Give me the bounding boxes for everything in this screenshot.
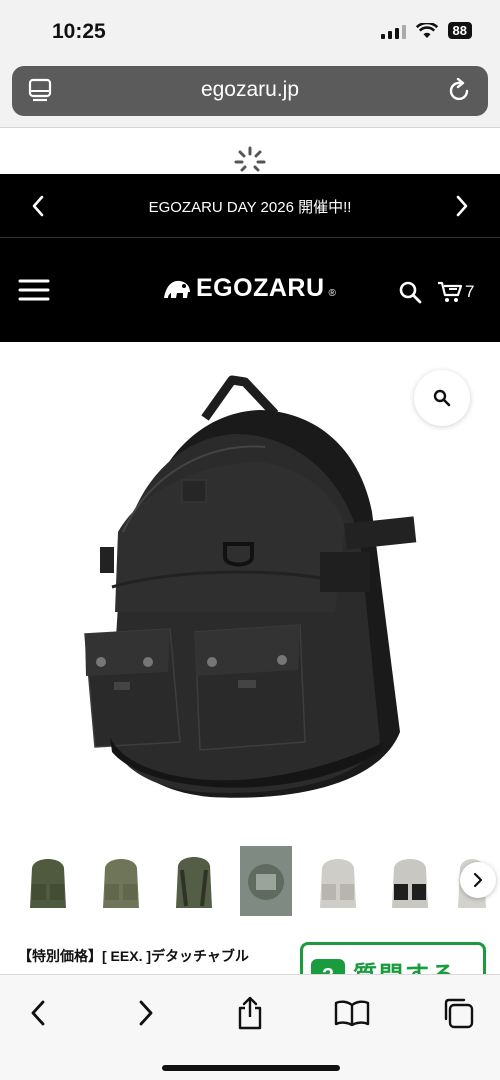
status-time: 10:25 — [52, 20, 106, 43]
browser-chrome: egozaru.jp — [0, 66, 500, 128]
monkey-logo-icon — [164, 280, 190, 298]
logo-text: EGOZARU — [196, 274, 325, 302]
product-title: 【特別価格】[ EEX. ]デタッチャブル — [18, 948, 249, 964]
announcement-bar: EGOZARU DAY 2026 開催中!! — [0, 174, 500, 238]
share-icon — [238, 996, 262, 1030]
cart-count[interactable]: 7 — [465, 282, 474, 302]
thumbnail-olive[interactable] — [22, 846, 74, 916]
zoom-button[interactable] — [414, 370, 470, 426]
address-bar[interactable]: egozaru.jp — [12, 66, 488, 116]
cart-icon[interactable] — [437, 280, 463, 304]
thumbnail-khaki[interactable] — [95, 846, 147, 916]
zoom-icon — [433, 389, 451, 407]
status-icons: 88 — [380, 22, 472, 39]
status-bar: 10:25 88 — [0, 0, 500, 66]
chevron-right-icon[interactable] — [454, 194, 470, 218]
logo-registered-mark: ® — [328, 288, 336, 299]
chevron-right-icon — [473, 872, 483, 888]
announcement-text[interactable]: EGOZARU DAY 2026 開催中!! — [0, 196, 500, 217]
loading-spinner-icon — [234, 146, 266, 172]
forward-button[interactable] — [124, 991, 168, 1035]
menu-icon[interactable] — [18, 278, 50, 302]
chevron-left-icon — [31, 1000, 45, 1026]
signal-icon — [380, 23, 406, 39]
thumbnail-strip — [0, 840, 500, 920]
search-icon[interactable] — [398, 280, 422, 304]
thumbnail-grey-black[interactable] — [384, 846, 436, 916]
home-indicator — [162, 1065, 340, 1071]
thumbnail-next-button[interactable] — [460, 862, 496, 898]
bookmarks-button[interactable] — [330, 991, 374, 1035]
share-button[interactable] — [228, 991, 272, 1035]
back-button[interactable] — [16, 991, 60, 1035]
chevron-right-icon — [139, 1000, 153, 1026]
bookmarks-icon — [334, 1000, 370, 1027]
thumbnail-detail[interactable] — [240, 846, 292, 916]
thumbnail-light-grey[interactable] — [312, 846, 364, 916]
site-logo[interactable]: EGOZARU ® — [162, 274, 336, 303]
site-header: EGOZARU ® 7 — [0, 238, 500, 342]
loading-area — [0, 128, 500, 174]
wifi-icon — [415, 22, 438, 38]
tabs-overview-button[interactable] — [436, 991, 480, 1035]
tabs-overview-icon — [444, 998, 474, 1029]
battery-indicator: 88 — [447, 22, 472, 39]
browser-toolbar — [0, 974, 500, 1080]
url-text: egozaru.jp — [200, 78, 300, 101]
thumbnail-olive-back[interactable] — [168, 846, 220, 916]
reload-icon[interactable] — [448, 78, 472, 104]
